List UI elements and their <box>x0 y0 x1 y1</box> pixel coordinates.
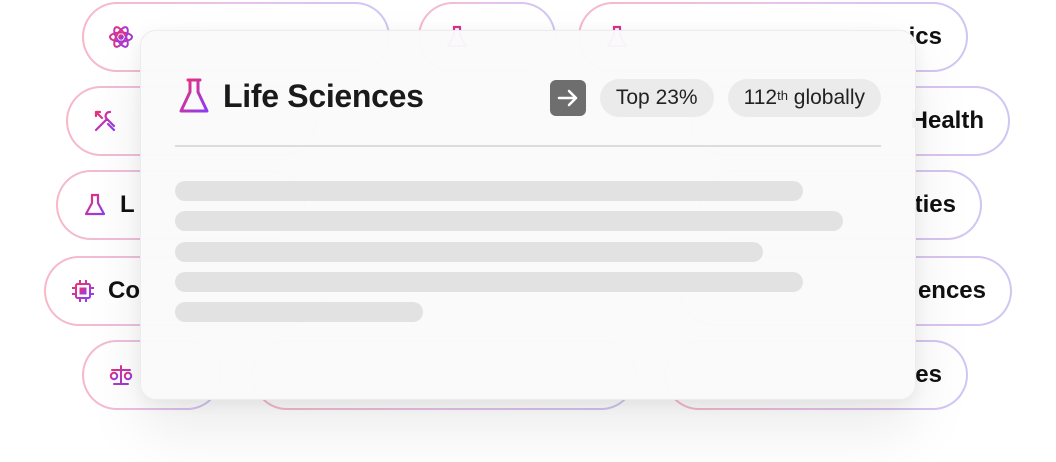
flask-icon <box>177 77 211 115</box>
flask-icon <box>82 192 108 218</box>
pill-label: Co <box>108 277 140 304</box>
pill-label: es <box>915 361 942 388</box>
rank-percent-text: Top 23% <box>615 86 698 109</box>
open-category-button[interactable] <box>549 80 586 116</box>
global-rank-text: globally <box>787 86 865 109</box>
arrow-right-icon <box>557 89 578 107</box>
pill-label: L <box>120 191 135 218</box>
card-actions: Top 23% 112th globally <box>549 79 881 117</box>
global-rank-suffix: th <box>777 87 788 103</box>
tools-icon <box>92 108 118 134</box>
global-rank-badge: 112th globally <box>727 79 881 117</box>
global-rank-number: 112 <box>743 86 778 109</box>
skeleton-line <box>175 242 763 262</box>
rank-percent-badge: Top 23% <box>599 79 714 117</box>
skeleton-line <box>175 211 843 231</box>
atom-icon <box>108 24 134 50</box>
scale-icon <box>108 362 134 388</box>
pill-label: ties <box>914 191 956 218</box>
category-detail-card: Life Sciences Top 23% 112th globally <box>140 30 916 400</box>
pill-label: Health <box>910 107 984 134</box>
card-title: Life Sciences <box>223 77 424 114</box>
card-header: Life Sciences <box>177 77 424 115</box>
chip-icon <box>70 278 96 304</box>
header-divider <box>175 145 881 147</box>
skeleton-line <box>175 302 423 322</box>
skeleton-line <box>175 272 803 292</box>
pill-label: ences <box>917 277 986 304</box>
skeleton-line <box>175 181 803 201</box>
